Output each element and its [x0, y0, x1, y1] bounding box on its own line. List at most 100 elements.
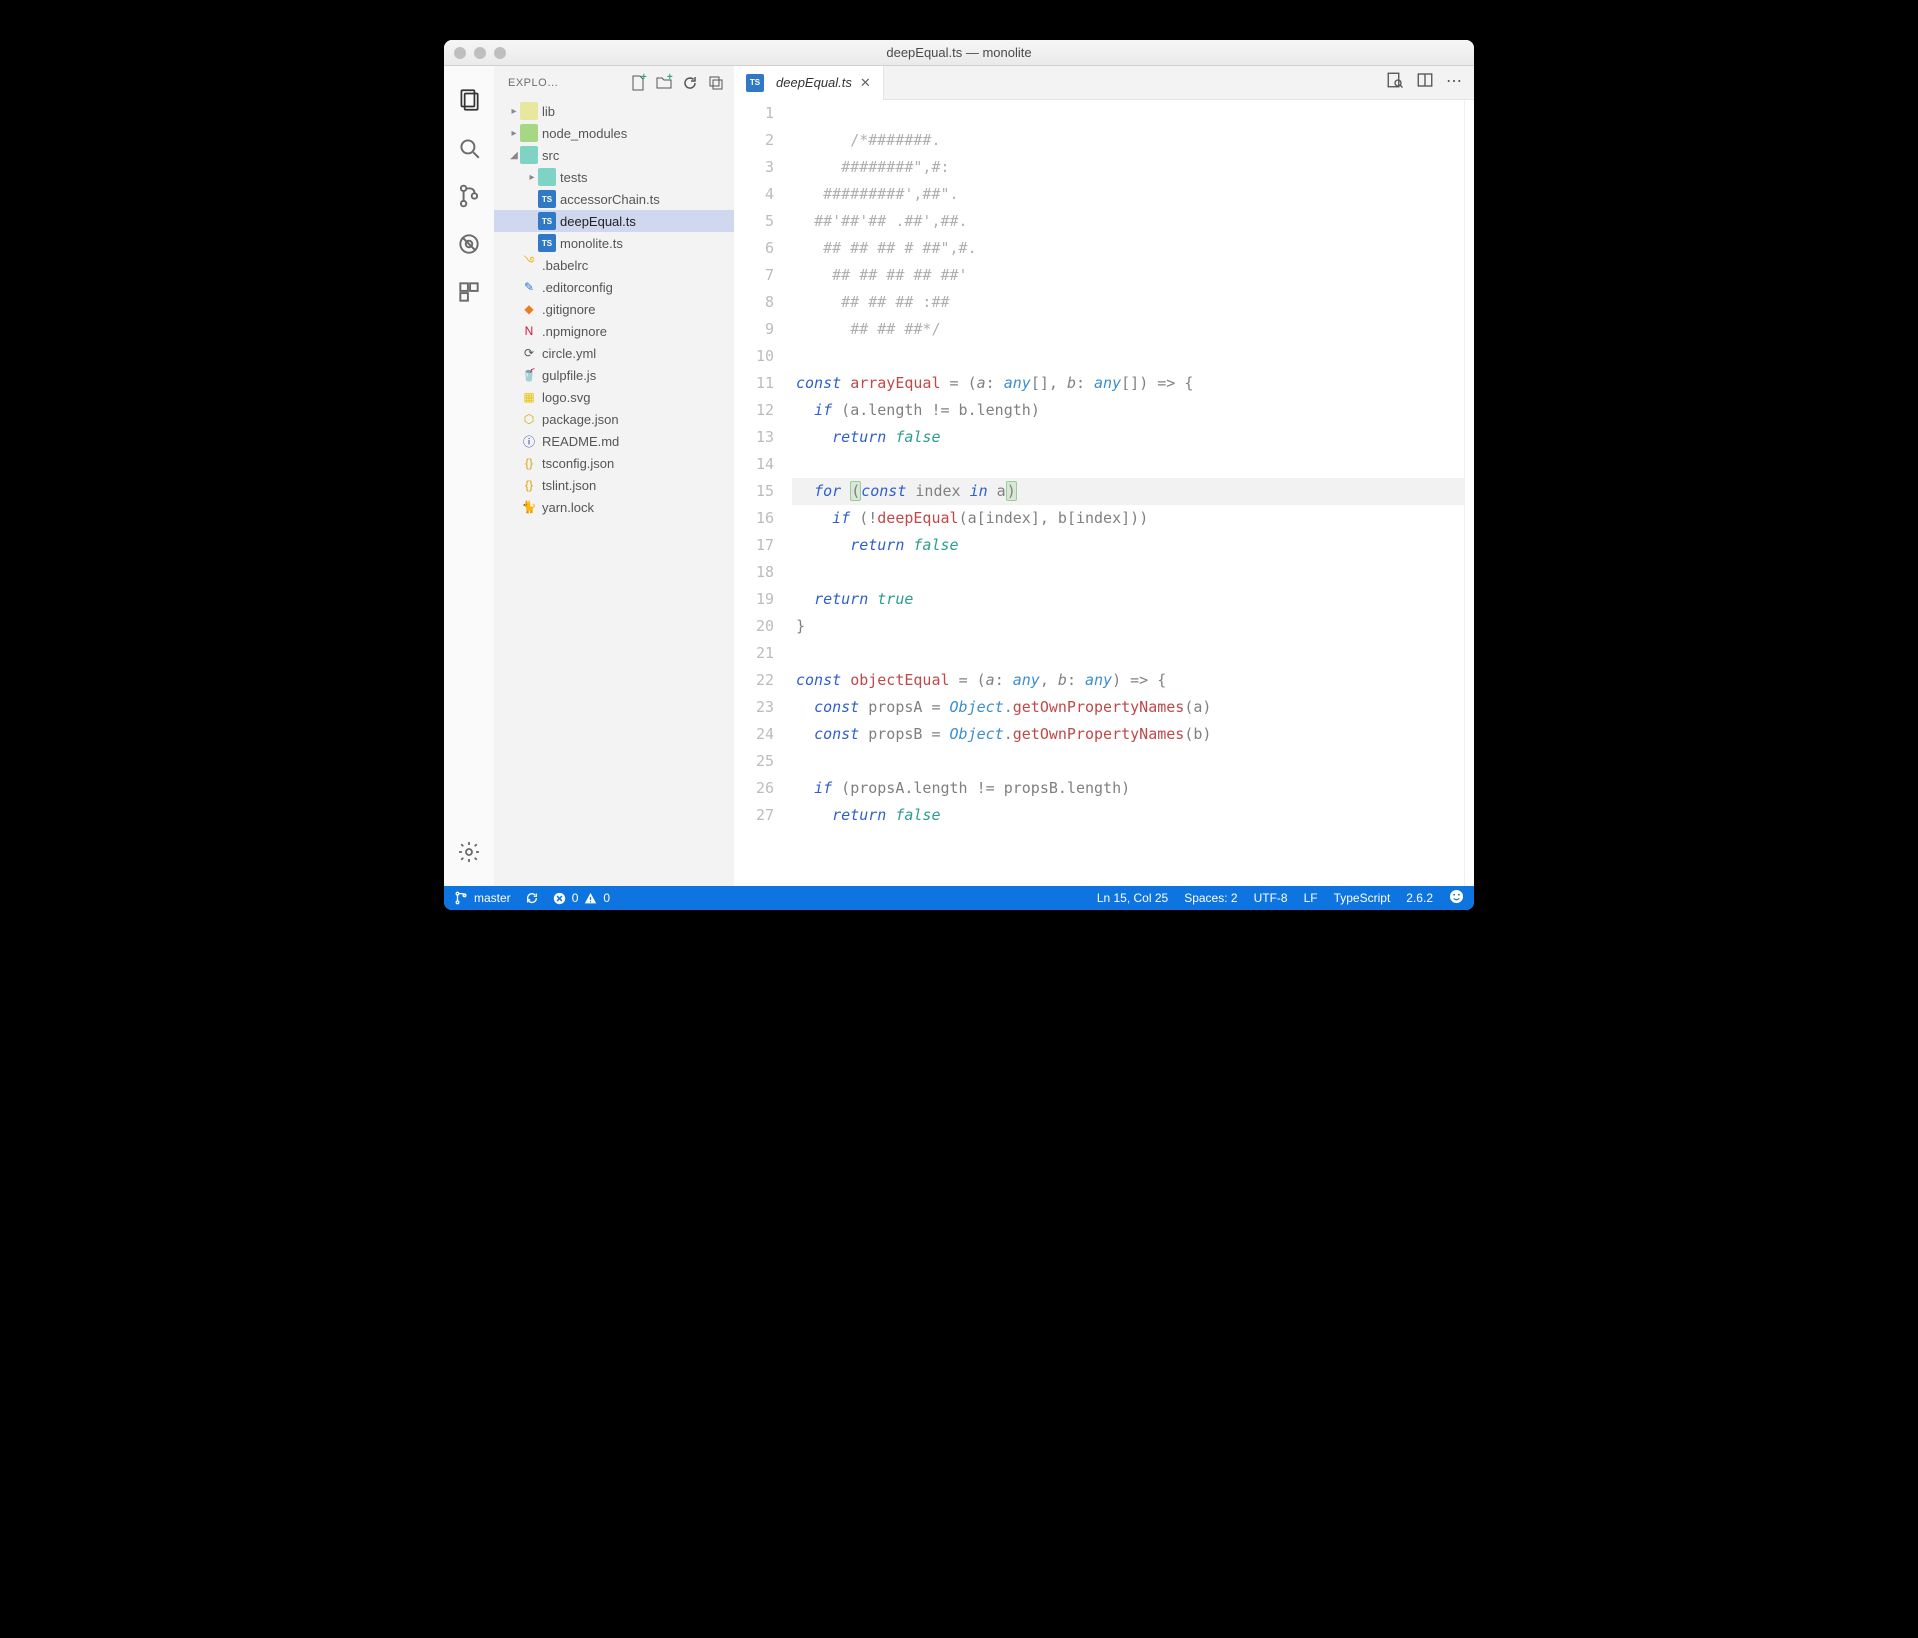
file-icon: 🥤 [520, 366, 538, 384]
line-number: 21 [734, 640, 774, 667]
code-line[interactable]: /*#######. [792, 127, 1464, 154]
status-cursor[interactable]: Ln 15, Col 25 [1097, 891, 1168, 905]
code-line[interactable]: ## ## ## ## ##' [792, 262, 1464, 289]
typescript-icon: TS [746, 74, 764, 92]
branch-icon [454, 891, 468, 905]
tree-item-label: README.md [542, 434, 619, 449]
titlebar[interactable]: deepEqual.ts — monolite [444, 40, 1474, 66]
code-line[interactable] [792, 640, 1464, 667]
tree-item-label: lib [542, 104, 555, 119]
file-package-json[interactable]: ⬡package.json [494, 408, 734, 430]
status-indent[interactable]: Spaces: 2 [1184, 891, 1237, 905]
collapse-all-icon[interactable] [706, 73, 726, 93]
tab-deepequal[interactable]: TS deepEqual.ts ✕ [734, 66, 884, 100]
file-accessorchain-ts[interactable]: TSaccessorChain.ts [494, 188, 734, 210]
status-problems[interactable]: 0 0 [553, 891, 610, 905]
code-line[interactable]: if (a.length != b.length) [792, 397, 1464, 424]
status-eol[interactable]: LF [1304, 891, 1318, 905]
code-line[interactable]: for (const index in a) [792, 478, 1464, 505]
file-readme-md[interactable]: ⓘREADME.md [494, 430, 734, 452]
file-tslint-json[interactable]: {}tslint.json [494, 474, 734, 496]
status-language[interactable]: TypeScript [1334, 891, 1391, 905]
code-line[interactable]: return false [792, 802, 1464, 829]
feedback-smiley-icon[interactable] [1449, 889, 1464, 907]
folder-node-modules[interactable]: ▸node_modules [494, 122, 734, 144]
file-icon: N [520, 322, 538, 340]
file--gitignore[interactable]: ◆.gitignore [494, 298, 734, 320]
search-icon[interactable] [444, 124, 494, 172]
file-icon: {} [520, 454, 538, 472]
line-number: 7 [734, 262, 774, 289]
line-number: 17 [734, 532, 774, 559]
code-line[interactable]: const propsB = Object.getOwnPropertyName… [792, 721, 1464, 748]
extensions-icon[interactable] [444, 268, 494, 316]
more-actions-icon[interactable]: ⋯ [1446, 71, 1462, 94]
code-line[interactable]: const arrayEqual = (a: any[], b: any[]) … [792, 370, 1464, 397]
status-branch[interactable]: master [454, 891, 511, 905]
line-number: 23 [734, 694, 774, 721]
tree-item-label: tsconfig.json [542, 456, 614, 471]
scm-icon[interactable] [444, 172, 494, 220]
code-line[interactable]: const objectEqual = (a: any, b: any) => … [792, 667, 1464, 694]
code-line[interactable] [792, 343, 1464, 370]
line-number: 15 [734, 478, 774, 505]
code-content[interactable]: /*#######. ########",#: #########',##". … [792, 100, 1464, 886]
code-line[interactable] [792, 100, 1464, 127]
code-line[interactable]: return false [792, 532, 1464, 559]
refresh-icon[interactable] [680, 73, 700, 93]
folder-src[interactable]: ◢src [494, 144, 734, 166]
code-line[interactable]: if (!deepEqual(a[index], b[index])) [792, 505, 1464, 532]
file-logo-svg[interactable]: ▦logo.svg [494, 386, 734, 408]
code-line[interactable] [792, 451, 1464, 478]
code-line[interactable]: } [792, 613, 1464, 640]
status-encoding[interactable]: UTF-8 [1254, 891, 1288, 905]
file-deepequal-ts[interactable]: TSdeepEqual.ts [494, 210, 734, 232]
status-ts-version[interactable]: 2.6.2 [1406, 891, 1433, 905]
code-area[interactable]: 1234567891011121314151617181920212223242… [734, 100, 1474, 886]
code-line[interactable]: return true [792, 586, 1464, 613]
file-circle-yml[interactable]: ⟳circle.yml [494, 342, 734, 364]
new-file-icon[interactable]: + [628, 73, 648, 93]
line-number: 22 [734, 667, 774, 694]
code-line[interactable]: ########",#: [792, 154, 1464, 181]
file--npmignore[interactable]: N.npmignore [494, 320, 734, 342]
minimap[interactable] [1464, 100, 1474, 886]
split-editor-icon[interactable] [1416, 71, 1434, 94]
file--babelrc[interactable]: ࿓.babelrc [494, 254, 734, 276]
status-sync[interactable] [525, 891, 539, 905]
line-number: 3 [734, 154, 774, 181]
code-line[interactable]: #########',##". [792, 181, 1464, 208]
debug-icon[interactable] [444, 220, 494, 268]
file-icon: ⬡ [520, 410, 538, 428]
file--editorconfig[interactable]: ✎.editorconfig [494, 276, 734, 298]
settings-gear-icon[interactable] [444, 828, 494, 876]
code-line[interactable]: const propsA = Object.getOwnPropertyName… [792, 694, 1464, 721]
code-line[interactable] [792, 748, 1464, 775]
twisty-icon: ▸ [508, 106, 520, 117]
folder-lib[interactable]: ▸ lib [494, 100, 734, 122]
editor-window: deepEqual.ts — monolite [444, 40, 1474, 910]
file-gulpfile-js[interactable]: 🥤gulpfile.js [494, 364, 734, 386]
code-line[interactable]: ## ## ## # ##",#. [792, 235, 1464, 262]
window-title: deepEqual.ts — monolite [444, 45, 1474, 60]
explorer-icon[interactable] [444, 76, 494, 124]
folder-tests[interactable]: ▸tests [494, 166, 734, 188]
find-in-file-icon[interactable] [1386, 71, 1404, 94]
code-line[interactable]: if (propsA.length != propsB.length) [792, 775, 1464, 802]
code-line[interactable]: ## ## ## :## [792, 289, 1464, 316]
tree-item-label: yarn.lock [542, 500, 594, 515]
tree-item-label: .editorconfig [542, 280, 613, 295]
file-icon: ⟳ [520, 344, 538, 362]
tree-item-label: tslint.json [542, 478, 596, 493]
code-line[interactable] [792, 559, 1464, 586]
code-line[interactable]: ## ## ##*/ [792, 316, 1464, 343]
file-yarn-lock[interactable]: 🐈yarn.lock [494, 496, 734, 518]
new-folder-icon[interactable]: + [654, 73, 674, 93]
file-icon: TS [538, 212, 556, 230]
close-tab-icon[interactable]: ✕ [860, 75, 871, 91]
line-number: 12 [734, 397, 774, 424]
code-line[interactable]: return false [792, 424, 1464, 451]
file-tsconfig-json[interactable]: {} tsconfig.json [494, 452, 734, 474]
explorer-sidebar: EXPLO… + + ▸lib▸node_modules◢sr [494, 66, 734, 886]
code-line[interactable]: ##'##'## .##',##. [792, 208, 1464, 235]
